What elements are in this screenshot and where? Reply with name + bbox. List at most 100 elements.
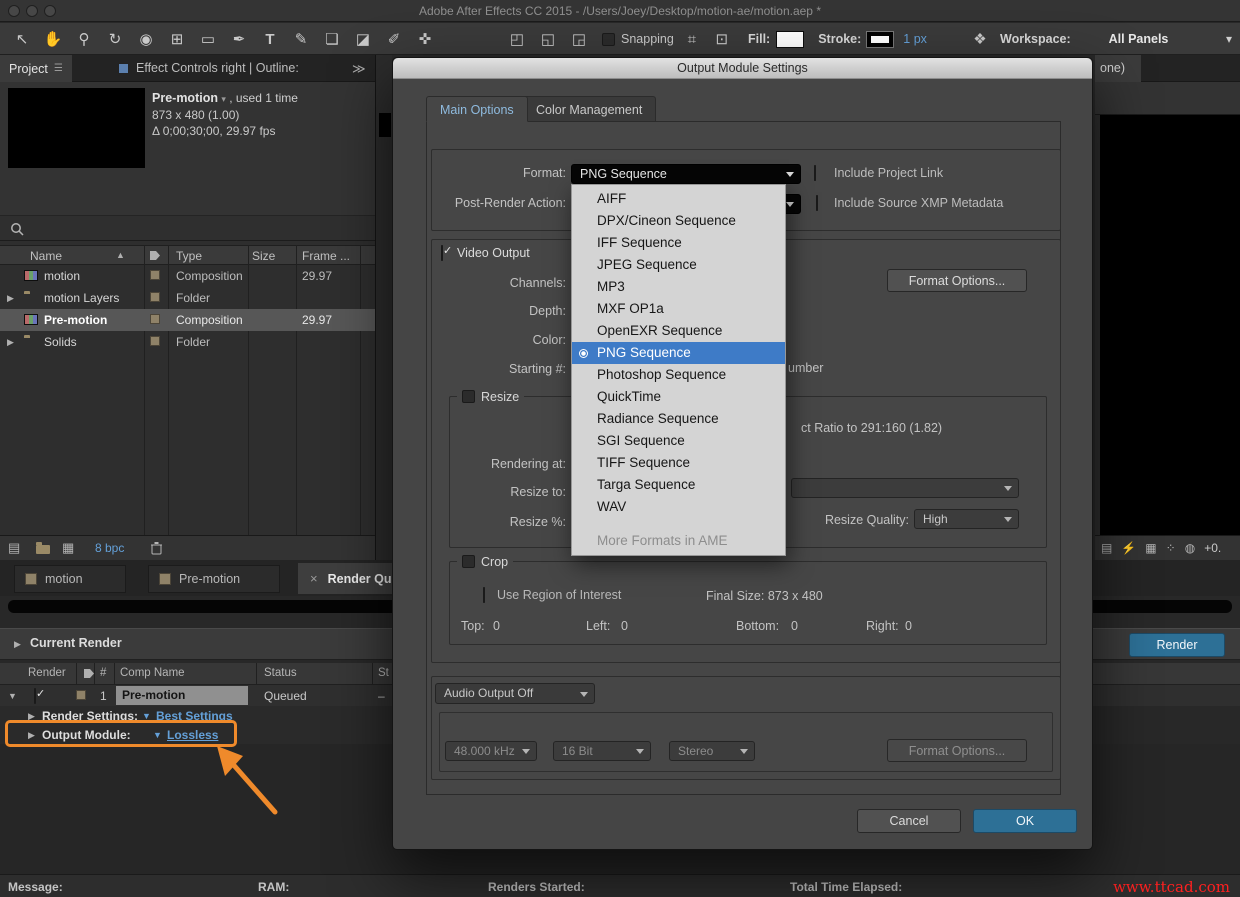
viewer-tab-fragment[interactable]: one) bbox=[1095, 55, 1141, 82]
audio-output-dropdown[interactable]: Audio Output Off bbox=[435, 683, 595, 704]
table-row[interactable]: ▶ Solids Folder bbox=[0, 331, 375, 353]
pan-behind-tool-icon[interactable]: ⊞ bbox=[165, 30, 189, 48]
table-row[interactable]: ▶ motion Layers Folder bbox=[0, 287, 375, 309]
crop-top-value[interactable]: 0 bbox=[493, 619, 500, 633]
column-frame[interactable]: Frame ... bbox=[302, 249, 350, 263]
format-options-button[interactable]: Format Options... bbox=[887, 269, 1027, 292]
resize-preset-dropdown[interactable] bbox=[791, 478, 1019, 498]
tab-color-management[interactable]: Color Management bbox=[522, 96, 656, 122]
menu-item[interactable]: JPEG Sequence bbox=[572, 254, 785, 276]
search-input[interactable] bbox=[28, 216, 358, 242]
menu-item[interactable]: IFF Sequence bbox=[572, 232, 785, 254]
audio-format-options-button[interactable]: Format Options... bbox=[887, 739, 1027, 762]
view-axis-icon[interactable]: ◲ bbox=[567, 30, 591, 48]
column-number[interactable]: # bbox=[100, 667, 106, 679]
roto-brush-tool-icon[interactable]: ✐ bbox=[382, 30, 406, 48]
menu-item[interactable]: MP3 bbox=[572, 276, 785, 298]
panel-menu-icon[interactable]: ☰ bbox=[54, 63, 63, 74]
menu-item[interactable]: QuickTime bbox=[572, 386, 785, 408]
column-status[interactable]: Status bbox=[264, 667, 297, 679]
label-swatch[interactable] bbox=[150, 314, 160, 324]
column-name[interactable]: Name bbox=[30, 249, 62, 263]
interpret-footage-icon[interactable]: ▤ bbox=[8, 540, 20, 556]
snapping-checkbox[interactable] bbox=[602, 33, 615, 46]
preview-flyout-icon[interactable]: ▾ bbox=[221, 94, 226, 104]
new-composition-icon[interactable]: ▦ bbox=[62, 540, 74, 556]
new-folder-icon[interactable] bbox=[36, 543, 50, 557]
render-item-checkbox[interactable] bbox=[34, 688, 36, 704]
menu-item[interactable]: OpenEXR Sequence bbox=[572, 320, 785, 342]
selection-tool-icon[interactable]: ↖ bbox=[10, 30, 34, 48]
crop-right-value[interactable]: 0 bbox=[905, 619, 912, 633]
brush-tool-icon[interactable]: ✎ bbox=[289, 30, 313, 48]
table-row[interactable]: motion Composition 29.97 bbox=[0, 265, 375, 287]
snap-anchor-icon[interactable]: ⊡ bbox=[710, 30, 734, 48]
fill-swatch[interactable] bbox=[776, 31, 804, 48]
menu-item[interactable]: Radiance Sequence bbox=[572, 408, 785, 430]
menu-item[interactable]: SGI Sequence bbox=[572, 430, 785, 452]
label-swatch[interactable] bbox=[150, 336, 160, 346]
dialog-titlebar[interactable]: Output Module Settings bbox=[393, 58, 1092, 79]
menu-item[interactable]: Targa Sequence bbox=[572, 474, 785, 496]
resize-checkbox[interactable] bbox=[462, 390, 475, 403]
snap-edges-icon[interactable]: ⌗ bbox=[680, 31, 704, 48]
tab-motion[interactable]: motion bbox=[14, 565, 126, 593]
label-swatch[interactable] bbox=[150, 292, 160, 302]
column-started[interactable]: St bbox=[378, 667, 389, 679]
camera-tool-icon[interactable]: ◉ bbox=[134, 30, 158, 48]
sort-arrow-icon[interactable]: ▲ bbox=[116, 250, 125, 260]
shape-tool-icon[interactable]: ▭ bbox=[196, 30, 220, 48]
panel-overflow-icon[interactable]: ≫ bbox=[352, 61, 366, 77]
stroke-swatch[interactable] bbox=[867, 32, 893, 47]
current-render-expand-icon[interactable]: ▶ bbox=[14, 639, 21, 650]
menu-item[interactable]: Photoshop Sequence bbox=[572, 364, 785, 386]
menu-item[interactable]: MXF OP1a bbox=[572, 298, 785, 320]
exposure-value[interactable]: +0. bbox=[1204, 541, 1221, 555]
expand-arrow-icon[interactable]: ▶ bbox=[7, 337, 14, 348]
tab-project[interactable]: Project ☰ bbox=[0, 55, 72, 82]
hand-tool-icon[interactable]: ✋ bbox=[41, 30, 65, 48]
render-button[interactable]: Render bbox=[1129, 633, 1225, 657]
rotation-tool-icon[interactable]: ↻ bbox=[103, 30, 127, 48]
crop-bottom-value[interactable]: 0 bbox=[791, 619, 798, 633]
menu-item[interactable]: DPX/Cineon Sequence bbox=[572, 210, 785, 232]
view-layout-icon[interactable]: ▤ bbox=[1101, 541, 1112, 555]
collapse-arrow-icon[interactable]: ▼ bbox=[8, 691, 17, 701]
stroke-width-value[interactable]: 1 px bbox=[903, 32, 927, 46]
comp-name-cell[interactable]: Pre-motion bbox=[116, 686, 248, 705]
use-region-checkbox[interactable] bbox=[483, 587, 485, 603]
channels-icon[interactable]: ⁘ bbox=[1166, 541, 1176, 555]
world-axis-icon[interactable]: ◱ bbox=[536, 30, 560, 48]
audio-channels-dropdown[interactable]: Stereo bbox=[669, 741, 755, 761]
clone-stamp-tool-icon[interactable]: ❏ bbox=[320, 30, 344, 48]
include-project-link-checkbox[interactable] bbox=[814, 165, 816, 181]
menu-item[interactable]: WAV bbox=[572, 496, 785, 518]
exposure-icon[interactable]: ⚡ bbox=[1121, 541, 1136, 555]
menu-item[interactable]: AIFF bbox=[572, 188, 785, 210]
expand-arrow-icon[interactable]: ▶ bbox=[7, 293, 14, 304]
label-column-icon[interactable] bbox=[150, 251, 160, 260]
menu-item-selected[interactable]: PNG Sequence bbox=[572, 342, 785, 364]
video-output-checkbox[interactable] bbox=[441, 245, 443, 261]
local-axis-icon[interactable]: ◰ bbox=[505, 30, 529, 48]
region-icon[interactable]: ◍ bbox=[1185, 541, 1195, 555]
crop-checkbox[interactable] bbox=[462, 555, 475, 568]
workspace-value[interactable]: All Panels bbox=[1109, 32, 1169, 46]
column-comp-name[interactable]: Comp Name bbox=[120, 667, 185, 679]
table-row-selected[interactable]: Pre-motion Composition 29.97 bbox=[0, 309, 375, 331]
close-tab-icon[interactable]: × bbox=[310, 571, 318, 586]
eraser-tool-icon[interactable]: ◪ bbox=[351, 30, 375, 48]
composition-view[interactable] bbox=[1100, 115, 1240, 535]
column-size[interactable]: Size bbox=[252, 249, 275, 263]
include-xmp-checkbox[interactable] bbox=[816, 195, 818, 211]
format-dropdown[interactable]: PNG Sequence bbox=[571, 164, 801, 184]
cancel-button[interactable]: Cancel bbox=[857, 809, 961, 833]
puppet-pin-tool-icon[interactable]: ✜ bbox=[413, 30, 437, 48]
tab-main-options[interactable]: Main Options bbox=[426, 96, 528, 122]
audio-depth-dropdown[interactable]: 16 Bit bbox=[553, 741, 651, 761]
resize-quality-dropdown[interactable]: High bbox=[914, 509, 1019, 529]
pen-tool-icon[interactable]: ✒ bbox=[227, 30, 251, 48]
menu-item[interactable]: TIFF Sequence bbox=[572, 452, 785, 474]
label-swatch[interactable] bbox=[150, 270, 160, 280]
column-render[interactable]: Render bbox=[28, 667, 66, 679]
